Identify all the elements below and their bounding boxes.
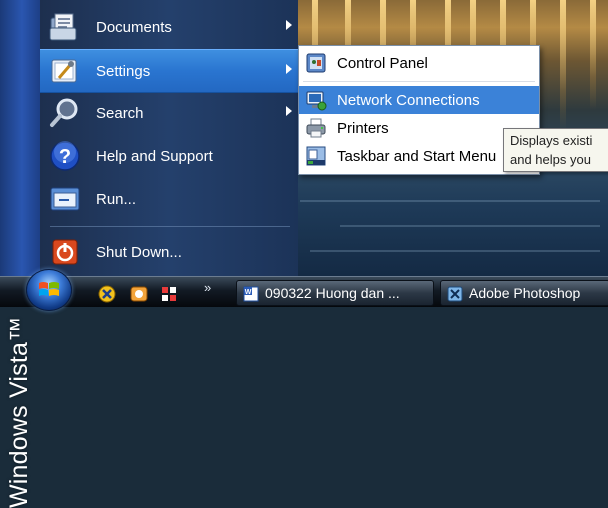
submenu-separator (303, 81, 535, 82)
submenu-item-network-connections[interactable]: Network Connections (299, 86, 539, 114)
menu-item-settings[interactable]: Settings (40, 49, 298, 93)
taskbar: » W 090322 Huong dan ... Adobe Photoshop (0, 269, 608, 311)
quick-launch-overflow-chevron[interactable]: » (204, 280, 211, 295)
svg-text:W: W (245, 289, 252, 296)
submenu-item-label: Network Connections (337, 91, 480, 109)
help-icon: ? (46, 137, 84, 175)
menu-item-label: Search (96, 104, 144, 122)
close-x-icon[interactable] (98, 285, 116, 303)
menu-item-run[interactable]: Run... (40, 178, 298, 220)
menu-item-label: Shut Down... (96, 243, 182, 261)
menu-item-label: Documents (96, 18, 172, 36)
search-icon (46, 94, 84, 132)
printers-icon (305, 117, 327, 139)
submenu-arrow-icon (286, 106, 292, 116)
menu-item-label: Help and Support (96, 147, 213, 165)
tooltip: Displays existi and helps you (503, 128, 608, 172)
tooltip-line: and helps you (510, 152, 591, 167)
documents-icon (46, 8, 84, 46)
submenu-arrow-icon (286, 64, 292, 74)
taskbar-button-label: 090322 Huong dan ... (265, 285, 400, 301)
messenger-icon[interactable] (130, 285, 148, 303)
photoshop-icon (447, 285, 463, 302)
word-document-icon: W (243, 285, 259, 302)
start-button[interactable] (26, 269, 72, 311)
network-tray-icon[interactable] (160, 285, 178, 303)
menu-separator (50, 226, 290, 227)
menu-item-documents[interactable]: Documents (40, 6, 298, 48)
taskbar-button-word-document[interactable]: W 090322 Huong dan ... (236, 280, 434, 306)
svg-text:?: ? (59, 146, 71, 168)
submenu-item-label: Control Panel (337, 54, 428, 72)
start-menu: Documents Settings Search ? Help and Sup… (40, 0, 298, 276)
submenu-arrow-icon (286, 20, 292, 30)
taskbar-start-menu-icon (305, 145, 327, 167)
submenu-item-label: Taskbar and Start Menu (337, 147, 497, 165)
submenu-item-label: Printers (337, 119, 389, 137)
run-icon (46, 180, 84, 218)
menu-item-label: Run... (96, 190, 137, 208)
tooltip-line: Displays existi (510, 133, 593, 148)
windows-vista-brand-strip: Windows Vista™ (0, 0, 41, 508)
settings-icon (46, 52, 84, 90)
network-connections-icon (305, 89, 327, 111)
menu-item-search[interactable]: Search (40, 92, 298, 134)
menu-item-help-and-support[interactable]: ? Help and Support (40, 135, 298, 177)
menu-item-shut-down[interactable]: Shut Down... (40, 231, 298, 273)
taskbar-button-label: Adobe Photoshop (469, 285, 581, 301)
windows-logo-icon (39, 282, 59, 296)
shutdown-icon (46, 233, 84, 271)
taskbar-button-adobe-photoshop[interactable]: Adobe Photoshop (440, 280, 608, 306)
submenu-item-control-panel[interactable]: Control Panel (299, 49, 539, 77)
control-panel-icon (305, 52, 327, 74)
menu-item-label: Settings (96, 62, 151, 80)
